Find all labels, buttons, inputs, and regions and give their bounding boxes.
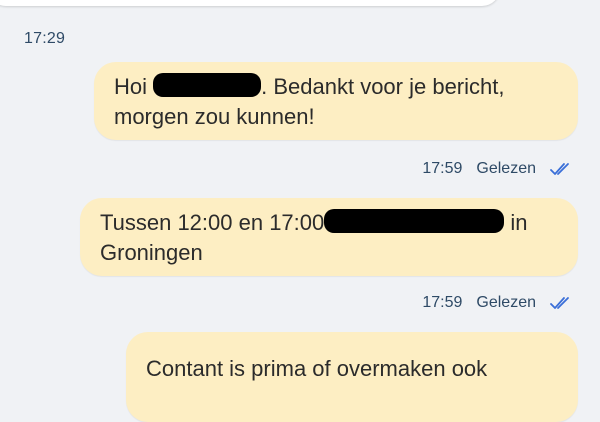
message-text: . Bedankt voor je bericht, <box>261 74 505 99</box>
chat-conversation: 17:29 Hoi . Bedankt voor je bericht, mor… <box>0 0 600 422</box>
incoming-message-bubble[interactable] <box>0 0 500 6</box>
double-check-icon <box>550 161 572 177</box>
message-text: Contant is prima of overmaken ook <box>146 356 488 381</box>
message-timestamp: 17:29 <box>24 30 66 47</box>
read-status: Gelezen <box>476 294 536 311</box>
redaction-mark <box>324 209 505 234</box>
message-meta: 17:59 Gelezen <box>422 294 572 312</box>
message-text: Hoi <box>114 74 154 99</box>
double-check-icon <box>550 295 572 311</box>
outgoing-message-bubble[interactable]: Contant is prima of overmaken ook <box>126 332 578 422</box>
message-text: Tussen 12:00 en 17:00 <box>100 210 325 235</box>
read-status: Gelezen <box>476 160 536 177</box>
outgoing-message-bubble[interactable]: Hoi . Bedankt voor je bericht, morgen zo… <box>94 62 578 140</box>
message-meta: 17:59 Gelezen <box>422 160 572 178</box>
message-text: Groningen <box>100 240 203 265</box>
message-time: 17:59 <box>422 160 463 177</box>
message-time: 17:59 <box>422 294 463 311</box>
outgoing-message-bubble[interactable]: Tussen 12:00 en 17:00 in Groningen <box>80 198 578 276</box>
message-text: morgen zou kunnen! <box>114 104 315 129</box>
message-text: in <box>504 210 528 235</box>
redaction-mark <box>153 73 262 98</box>
